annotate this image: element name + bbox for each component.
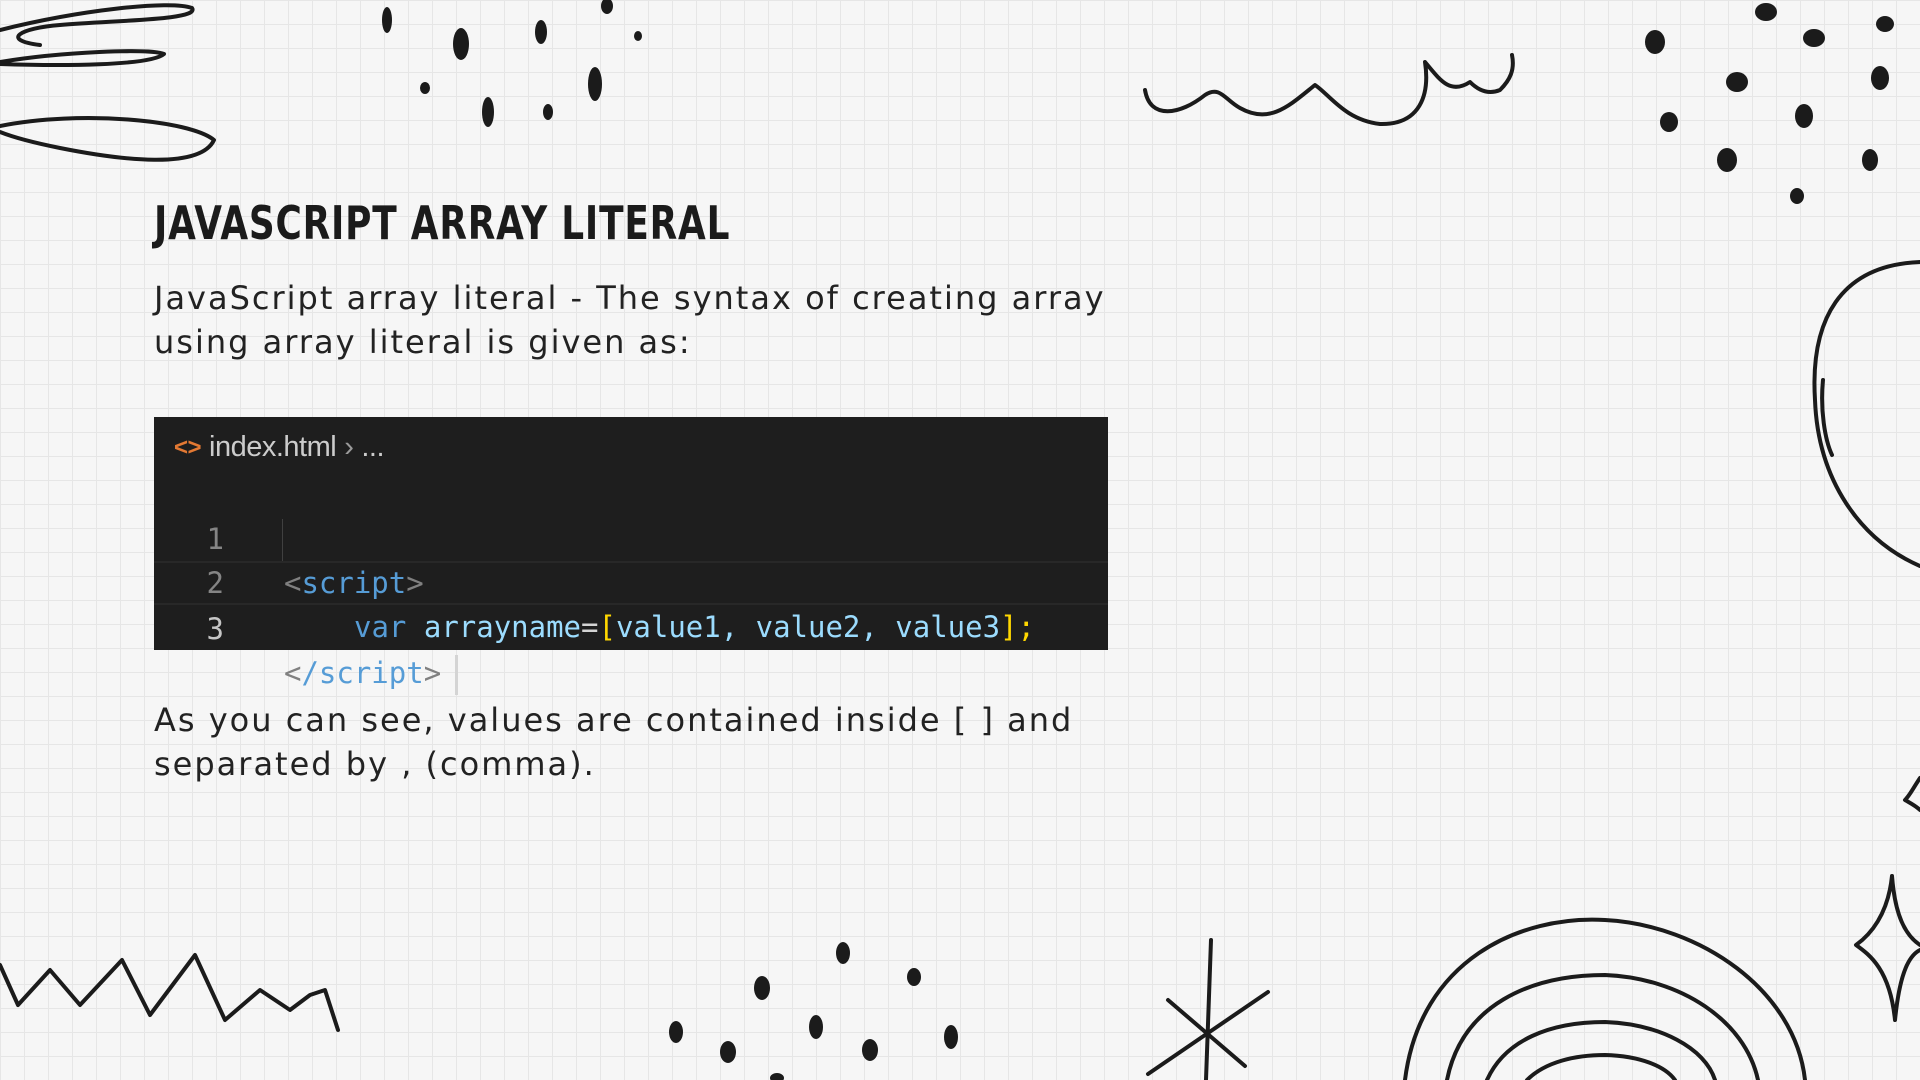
code-close: ]; [1000,610,1035,644]
code-keyword: var [354,610,407,644]
zigzag [0,953,340,1032]
scribble-loop-3 [0,116,216,162]
code-line-2: 2 var arrayname=[value1, value2, value3]… [154,517,1108,644]
breadcrumb-more: ... [361,431,385,463]
arc-right [1812,260,1920,568]
editor-breadcrumb: <> index.html › ... [174,431,385,464]
slide-title: JavaScript Array Literal [154,196,731,250]
code-open-bracket: [ [598,610,616,644]
code-editor-snippet: <> index.html › ... 1 <script> 2 var arr… [154,417,1108,695]
code-line-3: 3 </script> [154,561,1108,695]
code-line-1: 1 <script> [154,473,1108,600]
dots-bottom [669,942,958,1080]
breadcrumb-file: index.html [209,431,337,463]
close-tag-name: /script [301,656,424,690]
code-operator: = [581,610,599,644]
chevron-right-icon: › [344,431,354,463]
text-cursor [455,655,459,695]
html-tag-icon: <> [174,433,202,461]
code-values: value1, value2, value3 [615,610,1001,644]
code-identifier: arrayname [423,610,581,644]
rainbow-arcs [1403,917,1807,1080]
intro-paragraph: JavaScript array literal - The syntax of… [154,279,1106,361]
outro-paragraph: As you can see, values are contained ins… [154,701,1074,783]
scribble-loop-2 [0,49,166,67]
dots-top-left [382,0,642,127]
dots-top-right [1645,3,1894,204]
line-number: 3 [206,612,224,646]
scribble-loop-1 [0,3,195,47]
sparkle-doodle [1854,874,1920,1022]
wavy-line [1143,53,1515,127]
sparkle-edge [1903,776,1920,812]
arc-right-inner [1820,378,1834,457]
asterisk-doodle [1146,938,1270,1080]
